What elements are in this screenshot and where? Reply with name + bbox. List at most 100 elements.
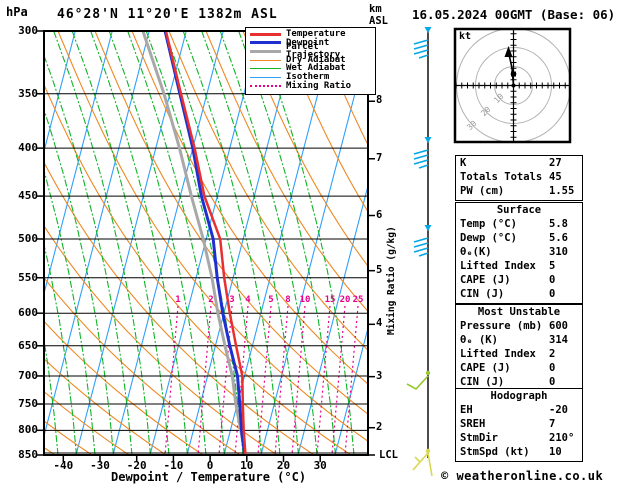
table-row-label: CAPE (J) bbox=[460, 274, 511, 286]
legend-box: Temperature Dewpoint Parcel Trajectory Dry … bbox=[245, 27, 376, 95]
station-title: 46°28'N 11°20'E 1382m ASL bbox=[57, 7, 278, 22]
table-row-label: CAPE (J) bbox=[460, 362, 511, 374]
pressure-tick-label: 550 bbox=[18, 270, 38, 284]
indices-table: K 27 Totals Totals 45 PW (cm) 1.55 bbox=[455, 155, 583, 201]
temperature-tick-label: 30 bbox=[313, 459, 327, 472]
table-row-label: Lifted Index bbox=[460, 260, 536, 272]
pressure-tick-label: 400 bbox=[18, 141, 38, 155]
table-row: PW (cm) 1.55 bbox=[456, 184, 582, 198]
indices-table: Hodograph EH -20 SREH 7 StmDir 210° StmSpd (kt)… bbox=[455, 388, 583, 462]
table-row-label: K bbox=[460, 157, 467, 169]
table-row: Pressure (mb) 600 bbox=[456, 319, 582, 333]
parcel-trajectory-curve bbox=[141, 30, 247, 456]
table-row: Lifted Index 5 bbox=[456, 259, 582, 273]
table-row: Dewp (°C) 5.6 bbox=[456, 231, 582, 245]
legend-line-sample bbox=[250, 59, 281, 61]
table-row: CAPE (J) 0 bbox=[456, 273, 582, 287]
table-row-value: 314 bbox=[549, 334, 568, 346]
altitude-unit-km: km bbox=[369, 3, 382, 15]
hodograph-unit-label: kt bbox=[459, 31, 472, 42]
mixing-ratio-value-label: 4 bbox=[245, 295, 251, 305]
upper-level-barb-icon bbox=[413, 27, 432, 59]
indices-table: Surface Temp (°C) 5.8 Dewp (°C) 5.6 θₑ(K) 310 L… bbox=[455, 202, 583, 304]
table-row-label: Dewp (°C) bbox=[460, 232, 517, 244]
pressure-tick-label: 500 bbox=[18, 231, 38, 245]
legend-label: Mixing Ratio bbox=[286, 80, 352, 91]
mid-upper-barb-icon bbox=[413, 137, 432, 169]
datetime-label: 16.05.2024 00GMT (Base: 06) bbox=[412, 7, 616, 22]
mid-level-barb-icon bbox=[413, 225, 432, 257]
table-row-label: StmDir bbox=[460, 432, 498, 444]
pressure-tick-label: 650 bbox=[18, 338, 38, 352]
table-header: Surface bbox=[496, 204, 542, 216]
mixing-ratio-axis-title: Mixing Ratio (g/kg) bbox=[386, 226, 397, 335]
x-axis-title: Dewpoint / Temperature (°C) bbox=[111, 470, 307, 484]
mixing-ratio-value-label: 15 bbox=[324, 295, 336, 305]
legend-line-sample bbox=[250, 84, 281, 87]
legend-line-sample bbox=[250, 68, 281, 70]
table-row-value: 5.8 bbox=[549, 218, 568, 230]
table-row-label: θₑ (K) bbox=[460, 334, 498, 346]
table-row-label: Totals Totals bbox=[460, 171, 543, 183]
table-row: θₑ (K) 314 bbox=[456, 333, 582, 347]
altitude-tick-label: 4 bbox=[376, 317, 383, 330]
wind-barb-staff bbox=[406, 27, 433, 477]
table-row-label: CIN (J) bbox=[460, 288, 505, 300]
table-row-value: 0 bbox=[549, 376, 556, 388]
mixing-ratio-value-label: 2 bbox=[208, 295, 214, 305]
mixing-ratio-value-label: 8 bbox=[285, 295, 291, 305]
legend-item: Mixing Ratio bbox=[246, 80, 375, 91]
indices-table: Most Unstable Pressure (mb) 600 θₑ (K) 314 Li… bbox=[455, 304, 583, 392]
hodograph-storm-marker bbox=[511, 71, 516, 77]
table-header: Most Unstable bbox=[477, 306, 561, 318]
legend-line-sample bbox=[250, 49, 281, 53]
table-row: SREH 7 bbox=[456, 417, 582, 431]
pressure-tick-label: 750 bbox=[18, 397, 38, 411]
copyright-label: © weatheronline.co.uk bbox=[441, 469, 604, 483]
table-row: CIN (J) 0 bbox=[456, 287, 582, 301]
table-row-value: 0 bbox=[549, 288, 556, 300]
table-row-value: -20 bbox=[549, 404, 568, 416]
altitude-tick-label: 8 bbox=[376, 94, 383, 107]
table-row: CAPE (J) 0 bbox=[456, 361, 582, 375]
table-row-value: 5.6 bbox=[549, 232, 568, 244]
altitude-tick-label: 2 bbox=[376, 420, 383, 433]
pressure-tick-label: 300 bbox=[18, 24, 38, 37]
altitude-tick-label: 3 bbox=[376, 369, 383, 382]
table-row-label: CIN (J) bbox=[460, 376, 505, 388]
pressure-tick-label: 700 bbox=[18, 368, 38, 382]
legend-line-sample bbox=[250, 41, 281, 45]
table-row-value: 2 bbox=[549, 348, 556, 360]
altitude-tick-label: 7 bbox=[376, 151, 383, 164]
mixing-ratio-value-label: 10 bbox=[299, 295, 311, 305]
table-row-label: StmSpd (kt) bbox=[460, 446, 530, 458]
low-level-barb-icon bbox=[406, 370, 431, 391]
table-row: Lifted Index 2 bbox=[456, 347, 582, 361]
pressure-tick-label: 350 bbox=[18, 86, 38, 100]
mixing-ratio-value-label: 20 bbox=[339, 295, 351, 305]
temperature-tick-label: -40 bbox=[53, 459, 74, 472]
table-row-value: 210° bbox=[549, 432, 575, 444]
pressure-tick-label: 850 bbox=[18, 448, 38, 461]
altitude-unit-asl: ASL bbox=[369, 15, 388, 27]
table-row-label: SREH bbox=[460, 418, 486, 430]
table-row: StmSpd (kt) 10 bbox=[456, 445, 582, 459]
table-row-value: 5 bbox=[549, 260, 556, 272]
table-row-value: 27 bbox=[549, 157, 562, 169]
legend-line-sample bbox=[250, 76, 281, 78]
altitude-tick-label: 5 bbox=[376, 263, 383, 276]
legend-line-sample bbox=[250, 32, 281, 36]
pressure-tick-label: 600 bbox=[18, 306, 38, 320]
table-row-value: 10 bbox=[549, 446, 562, 458]
table-row: Totals Totals 45 bbox=[456, 170, 582, 184]
table-row-label: PW (cm) bbox=[460, 185, 505, 197]
table-row-label: EH bbox=[460, 404, 473, 416]
mixing-ratio-value-label: 3 bbox=[229, 295, 235, 305]
table-row-value: 1.55 bbox=[549, 185, 575, 197]
table-row: Temp (°C) 5.8 bbox=[456, 217, 582, 231]
pressure-tick-label: 450 bbox=[18, 189, 38, 203]
table-header: Hodograph bbox=[490, 390, 548, 402]
pressure-tick-label: 800 bbox=[18, 423, 38, 437]
table-row: CIN (J) 0 bbox=[456, 375, 582, 389]
altitude-tick-label: 6 bbox=[376, 208, 383, 221]
